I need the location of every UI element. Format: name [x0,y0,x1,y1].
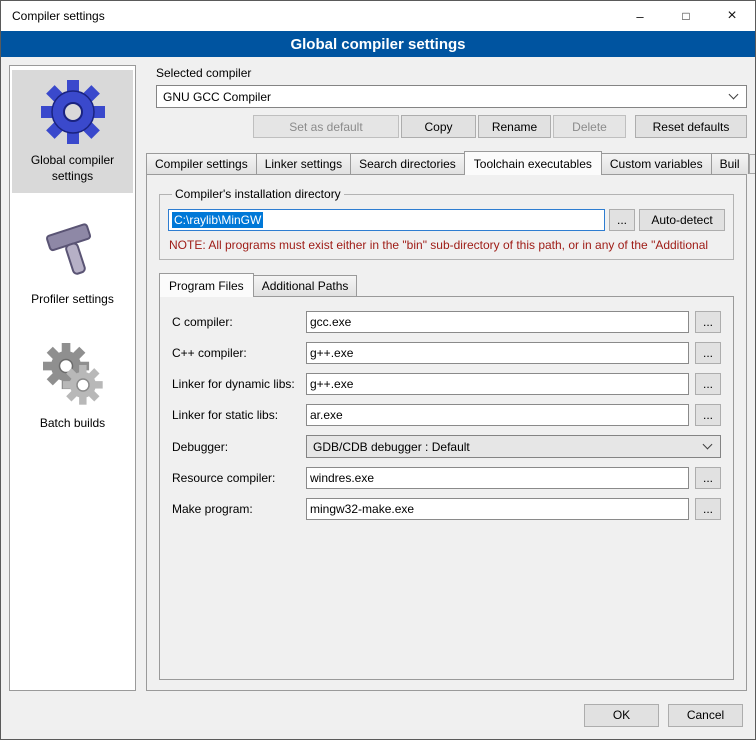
minimize-icon: – [636,9,643,24]
compiler-settings-window: Compiler settings – □ × Global compiler … [0,0,756,740]
c-compiler-label: C compiler: [172,315,300,329]
copy-button[interactable]: Copy [401,115,476,138]
dynamic-linker-browse-button[interactable]: ... [695,373,721,395]
titlebar[interactable]: Compiler settings – □ × [1,1,755,31]
field-row: Debugger: GDB/CDB debugger : Default [172,435,721,458]
tab-scrollers: ◄ ► [748,154,756,174]
gray-gears-icon [41,343,105,407]
window-title: Compiler settings [1,9,105,23]
tab-toolchain-executables[interactable]: Toolchain executables [464,151,602,175]
compiler-actions: Set as default Copy Rename Delete Reset … [156,115,747,138]
static-linker-value: ar.exe [310,408,343,422]
tab-additional-paths[interactable]: Additional Paths [253,275,358,296]
tab-linker-settings[interactable]: Linker settings [256,153,351,174]
rename-button[interactable]: Rename [478,115,551,138]
toolchain-executables-panel: Compiler's installation directory C:\ray… [146,174,747,691]
tab-compiler-settings[interactable]: Compiler settings [146,153,257,174]
selected-compiler-dropdown[interactable]: GNU GCC Compiler [156,85,747,108]
sidebar-item-label: Profiler settings [14,292,131,308]
minimize-button[interactable]: – [617,1,663,31]
dynamic-linker-label: Linker for dynamic libs: [172,377,300,391]
install-dir-browse-button[interactable]: ... [609,209,635,231]
field-row: Make program: mingw32-make.exe ... [172,498,721,520]
cancel-button[interactable]: Cancel [668,704,743,727]
resource-compiler-browse-button[interactable]: ... [695,467,721,489]
make-program-label: Make program: [172,502,300,516]
chevron-down-icon [703,440,713,450]
field-row: Linker for static libs: ar.exe ... [172,404,721,426]
tab-program-files[interactable]: Program Files [159,273,254,297]
dialog-header-title: Global compiler settings [290,36,465,53]
reset-defaults-button[interactable]: Reset defaults [635,115,747,138]
blue-gear-icon [41,80,105,144]
paths-tab-strip: Program Files Additional Paths [159,273,736,296]
install-dir-input[interactable]: C:\raylib\MinGW [168,209,605,231]
close-icon: × [727,7,736,25]
maximize-icon: □ [682,9,689,23]
note-text: NOTE: All programs must exist either in … [169,238,724,252]
sidebar: Global compiler settings Profiler settin… [9,65,136,691]
cpp-compiler-value: g++.exe [310,346,353,360]
installation-directory-legend: Compiler's installation directory [172,187,344,201]
debugger-label: Debugger: [172,440,300,454]
field-row: C compiler: gcc.exe ... [172,311,721,333]
tab-search-directories[interactable]: Search directories [350,153,465,174]
profiler-icon [41,219,105,283]
field-row: Linker for dynamic libs: g++.exe ... [172,373,721,395]
ok-button[interactable]: OK [584,704,659,727]
resource-compiler-value: windres.exe [310,471,374,485]
cpp-compiler-input[interactable]: g++.exe [306,342,689,364]
c-compiler-browse-button[interactable]: ... [695,311,721,333]
sidebar-item-profiler-settings[interactable]: Profiler settings [12,209,133,317]
dynamic-linker-input[interactable]: g++.exe [306,373,689,395]
static-linker-browse-button[interactable]: ... [695,404,721,426]
debugger-select[interactable]: GDB/CDB debugger : Default [306,435,721,458]
c-compiler-input[interactable]: gcc.exe [306,311,689,333]
sidebar-item-label: Global compiler settings [14,153,131,184]
sidebar-item-global-compiler-settings[interactable]: Global compiler settings [12,70,133,193]
cpp-compiler-label: C++ compiler: [172,346,300,360]
dialog-header: Global compiler settings [1,31,755,57]
field-row: C++ compiler: g++.exe ... [172,342,721,364]
make-program-value: mingw32-make.exe [310,502,414,516]
static-linker-input[interactable]: ar.exe [306,404,689,426]
make-program-input[interactable]: mingw32-make.exe [306,498,689,520]
field-row: Resource compiler: windres.exe ... [172,467,721,489]
resource-compiler-label: Resource compiler: [172,471,300,485]
cpp-compiler-browse-button[interactable]: ... [695,342,721,364]
settings-tab-strip: Compiler settings Linker settings Search… [146,151,747,174]
window-controls: – □ × [617,1,755,31]
tab-scroll-left-button[interactable]: ◄ [749,154,756,174]
install-dir-value: C:\raylib\MinGW [172,212,263,228]
program-files-panel: C compiler: gcc.exe ... C++ compiler: g+… [159,296,734,680]
sidebar-item-batch-builds[interactable]: Batch builds [12,333,133,441]
sidebar-item-label: Batch builds [14,416,131,432]
resource-compiler-input[interactable]: windres.exe [306,467,689,489]
selected-compiler-value: GNU GCC Compiler [163,90,730,104]
chevron-down-icon [729,90,739,100]
tab-custom-variables[interactable]: Custom variables [601,153,712,174]
delete-button[interactable]: Delete [553,115,626,138]
dynamic-linker-value: g++.exe [310,377,353,391]
maximize-button[interactable]: □ [663,1,709,31]
dialog-footer: OK Cancel [1,699,755,739]
make-program-browse-button[interactable]: ... [695,498,721,520]
c-compiler-value: gcc.exe [310,315,351,329]
close-button[interactable]: × [709,1,755,31]
tab-build-options[interactable]: Buil [711,153,749,174]
debugger-value: GDB/CDB debugger : Default [313,440,704,454]
selected-compiler-label: Selected compiler [156,66,747,80]
static-linker-label: Linker for static libs: [172,408,300,422]
installation-directory-group: Compiler's installation directory C:\ray… [159,187,734,260]
set-as-default-button[interactable]: Set as default [253,115,399,138]
auto-detect-button[interactable]: Auto-detect [639,209,725,231]
